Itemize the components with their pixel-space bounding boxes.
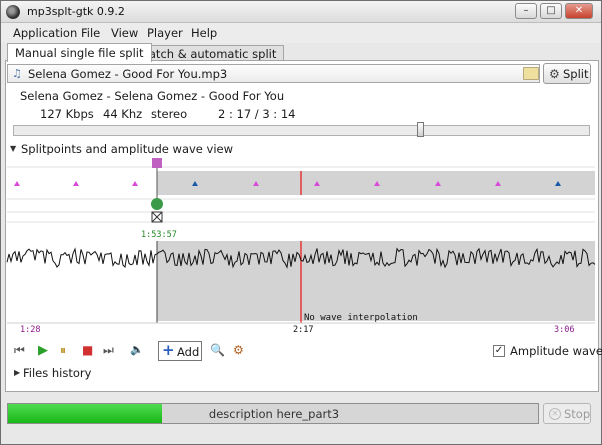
menu-file[interactable]: File bbox=[81, 26, 100, 40]
channel-mode-label: stereo bbox=[151, 107, 188, 121]
open-folder-icon[interactable] bbox=[523, 67, 539, 80]
stop-circle-icon: ✕ bbox=[549, 408, 561, 420]
tab-batch-split[interactable]: Batch & automatic split bbox=[133, 45, 285, 61]
splitpoint-circle-icon[interactable] bbox=[151, 198, 163, 210]
wave-unplayed-region bbox=[157, 241, 595, 321]
bitrate-label: 127 Kbps bbox=[40, 107, 94, 121]
tick-label-current: 2:17 bbox=[293, 325, 313, 335]
progress-bar: description here_part3 bbox=[7, 403, 539, 424]
wave-note-label: No wave interpolation bbox=[304, 313, 418, 323]
amplitude-wave-checkbox[interactable]: ✓ bbox=[493, 345, 505, 357]
split-button[interactable]: ⚙ Split bbox=[543, 63, 591, 84]
menu-player[interactable]: Player bbox=[147, 26, 183, 40]
maximize-button[interactable]: □ bbox=[540, 3, 562, 19]
amplitude-wave-label: Amplitude wave bbox=[510, 344, 602, 358]
file-chooser[interactable]: ♫ Selena Gomez - Good For You.mp3 bbox=[7, 64, 540, 83]
frequency-label: 44 Khz bbox=[103, 107, 143, 121]
progress-text: description here_part3 bbox=[208, 407, 340, 421]
menu-bar: Application File View Player Help bbox=[1, 23, 601, 43]
splitpoint-track bbox=[7, 155, 595, 165]
cursor-time-label: 1:53:57 bbox=[141, 230, 177, 240]
next-icon[interactable]: ⏭ bbox=[103, 343, 114, 358]
zoom-icon[interactable]: 🔍 bbox=[210, 343, 225, 357]
pause-icon[interactable]: ⏸ bbox=[60, 343, 66, 358]
stop-player-icon[interactable]: ■ bbox=[82, 343, 93, 357]
position-slider-handle[interactable] bbox=[417, 122, 424, 137]
file-path: Selena Gomez - Good For You.mp3 bbox=[28, 67, 228, 81]
title-bar: mp3splt-gtk 0.9.2 – □ ✕ bbox=[1, 1, 601, 23]
preferences-icon[interactable]: ⚙ bbox=[233, 343, 244, 357]
add-splitpoint-button[interactable]: + Add bbox=[158, 341, 202, 361]
previous-icon[interactable]: ⏮ bbox=[14, 343, 25, 358]
menu-help[interactable]: Help bbox=[191, 26, 217, 40]
play-icon[interactable]: ▶ bbox=[38, 343, 48, 358]
wave-view[interactable]: 1:53:57 No wave interpolation 1:28 2:17 … bbox=[1, 155, 602, 335]
stop-button-label: Stop bbox=[564, 407, 591, 421]
song-title: Selena Gomez - Selena Gomez - Good For Y… bbox=[20, 89, 285, 103]
tab-manual-split[interactable]: Manual single file split bbox=[7, 43, 152, 62]
tick-label-end: 3:06 bbox=[554, 325, 574, 335]
volume-icon[interactable]: 🔈 bbox=[130, 343, 144, 356]
time-readout: 2 : 17 / 3 : 14 bbox=[218, 107, 296, 121]
splitpoints-section-title[interactable]: Splitpoints and amplitude wave view bbox=[21, 142, 233, 156]
files-history-title[interactable]: Files history bbox=[23, 366, 91, 380]
splitpoint-square-icon[interactable] bbox=[152, 158, 162, 168]
position-slider[interactable] bbox=[13, 125, 590, 136]
plus-icon: + bbox=[162, 341, 175, 359]
menu-view[interactable]: View bbox=[111, 26, 138, 40]
close-window-button[interactable]: ✕ bbox=[565, 3, 593, 19]
split-icon: ⚙ bbox=[549, 67, 560, 81]
split-button-label: Split bbox=[563, 67, 589, 81]
player-toolbar: ⏮ ▶ ⏸ ■ ⏭ 🔈 + Add 🔍 ⚙ ✓ Amplitude wave bbox=[1, 339, 602, 367]
stop-split-button[interactable]: ✕ Stop bbox=[543, 403, 591, 424]
add-button-label: Add bbox=[177, 345, 200, 359]
app-logo-icon bbox=[6, 5, 20, 19]
expander-closed-icon[interactable]: ▶ bbox=[14, 368, 20, 377]
expander-open-icon[interactable]: ▼ bbox=[10, 144, 16, 153]
audio-file-icon: ♫ bbox=[12, 67, 22, 80]
app-window: mp3splt-gtk 0.9.2 – □ ✕ Application File… bbox=[0, 0, 602, 445]
minimize-button[interactable]: – bbox=[515, 3, 537, 19]
menu-application[interactable]: Application bbox=[13, 26, 77, 40]
window-title: mp3splt-gtk 0.9.2 bbox=[27, 5, 125, 18]
tick-label-start: 1:28 bbox=[20, 325, 40, 335]
